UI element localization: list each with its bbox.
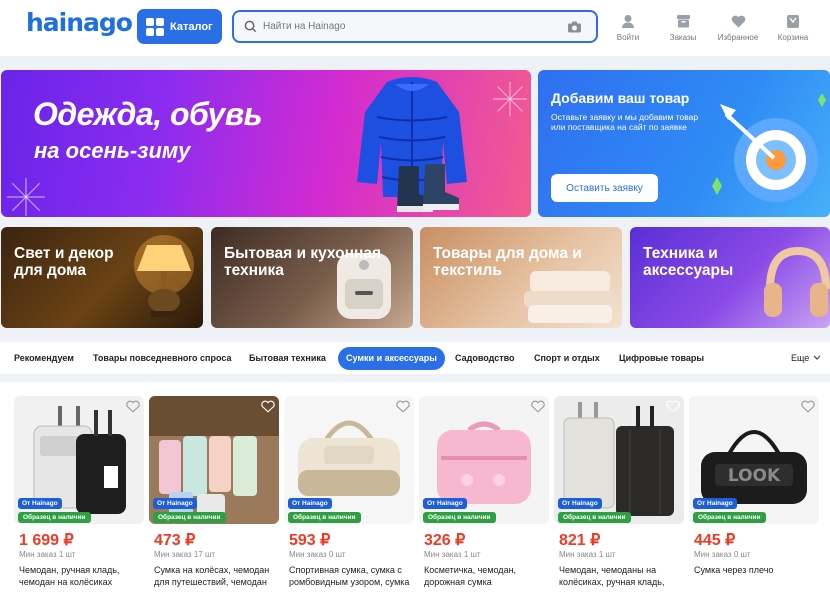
- tab-bags-accessories[interactable]: Сумки и аксессуары: [338, 347, 445, 370]
- winter-boots-image: [397, 164, 459, 212]
- min-order: Мин заказ 0 шт: [289, 550, 346, 559]
- promo-banner-add-product[interactable]: Добавим ваш товар Оставьте заявку и мы д…: [538, 70, 830, 217]
- cart-icon: [787, 14, 799, 28]
- lamp-image: [134, 235, 194, 317]
- tab-digital[interactable]: Цифровые товары: [619, 347, 704, 370]
- from-hainago-badge: От Hainago: [693, 498, 737, 509]
- nav-orders-label: Заказы: [669, 33, 697, 42]
- category-tile-home-textile[interactable]: Товары для дома и текстиль: [420, 227, 622, 328]
- sample-in-stock-badge: Образец в наличии: [153, 512, 226, 523]
- product-title[interactable]: Чемодан, ручная кладь, чемодан на колёси…: [19, 564, 144, 588]
- from-hainago-badge: От Hainago: [423, 498, 467, 509]
- product-grid: От Hainago Образец в наличии 1 699 ₽ Мин…: [0, 382, 830, 602]
- category-tile-electronics[interactable]: Техника и аксессуары: [630, 227, 830, 328]
- product-card[interactable]: От Hainago Образец в наличии 821 ₽ Мин з…: [554, 396, 684, 602]
- from-hainago-badge: От Hainago: [153, 498, 197, 509]
- grid-icon: [146, 17, 164, 36]
- product-card[interactable]: От Hainago Образец в наличии 473 ₽ Мин з…: [149, 396, 279, 602]
- favorite-heart-icon[interactable]: [261, 400, 275, 413]
- category-tabs: Рекомендуем Товары повседневного спроса …: [0, 342, 830, 374]
- product-card[interactable]: От Hainago Образец в наличии 326 ₽ Мин з…: [419, 396, 549, 602]
- favorite-heart-icon[interactable]: [396, 400, 410, 413]
- submit-request-button[interactable]: Оставить заявку: [551, 174, 658, 202]
- min-order: Мин заказ 1 шт: [424, 550, 481, 559]
- from-hainago-badge: От Hainago: [558, 498, 602, 509]
- category-tile-lighting[interactable]: Свет и декор для дома: [1, 227, 203, 328]
- catalog-label: Каталог: [170, 20, 213, 33]
- product-price: 445 ₽: [694, 532, 736, 549]
- favorite-heart-icon[interactable]: [666, 400, 680, 413]
- product-card[interactable]: LOOK От Hainago Образец в наличии 445 ₽ …: [689, 396, 819, 602]
- min-order: Мин заказ 1 шт: [559, 550, 616, 559]
- category-label: Бытовая и кухонная техника: [224, 245, 382, 279]
- banner-title: Одежда, обувь: [33, 96, 263, 132]
- more-label: Еще: [791, 353, 810, 363]
- product-price: 821 ₽: [559, 532, 601, 549]
- nav-login[interactable]: Войти: [603, 12, 653, 42]
- product-price: 473 ₽: [154, 532, 196, 549]
- product-title[interactable]: Сумка на колёсах, чемодан для путешестви…: [154, 564, 279, 588]
- from-hainago-badge: От Hainago: [18, 498, 62, 509]
- search-icon: [244, 20, 257, 33]
- nav-cart[interactable]: Корзина: [768, 12, 818, 42]
- snowflake-icon: [492, 81, 528, 117]
- min-order: Мин заказ 17 шт: [154, 550, 216, 559]
- product-card[interactable]: От Hainago Образец в наличии 593 ₽ Мин з…: [284, 396, 414, 602]
- banner-subtitle: на осень-зиму: [34, 138, 191, 163]
- tab-recommended[interactable]: Рекомендуем: [14, 347, 74, 370]
- chevron-down-icon: [813, 355, 821, 360]
- search-bar[interactable]: [232, 10, 598, 43]
- category-label: Свет и декор для дома: [14, 245, 114, 279]
- min-order: Мин заказ 0 шт: [694, 550, 751, 559]
- more-button[interactable]: Еще: [791, 347, 821, 370]
- favorite-heart-icon[interactable]: [801, 400, 815, 413]
- svg-text:LOOK: LOOK: [728, 466, 781, 486]
- header: hainago Каталог Войти Заказы Избранное К…: [0, 0, 830, 56]
- side-banner-title: Добавим ваш товар: [551, 90, 690, 106]
- nav-login-label: Войти: [616, 33, 640, 42]
- product-title[interactable]: Сумка через плечо: [694, 564, 819, 576]
- min-order: Мин заказ 1 шт: [19, 550, 76, 559]
- target-icon: [712, 94, 826, 202]
- product-title[interactable]: Спортивная сумка, сумка с ромбовидным уз…: [289, 564, 414, 588]
- box-icon: [676, 15, 690, 28]
- product-price: 1 699 ₽: [19, 532, 74, 549]
- logo[interactable]: hainago: [26, 8, 133, 37]
- from-hainago-badge: От Hainago: [288, 498, 332, 509]
- catalog-button[interactable]: Каталог: [137, 9, 222, 44]
- camera-icon[interactable]: [567, 21, 582, 33]
- favorite-heart-icon[interactable]: [531, 400, 545, 413]
- nav-orders[interactable]: Заказы: [658, 12, 708, 42]
- favorite-heart-icon[interactable]: [126, 400, 140, 413]
- sample-in-stock-badge: Образец в наличии: [693, 512, 766, 523]
- nav-cart-label: Корзина: [777, 33, 809, 42]
- product-title[interactable]: Чемодан, чемоданы на колёсиках, ручная к…: [559, 564, 684, 588]
- search-input[interactable]: [263, 21, 553, 32]
- side-banner-subtitle: Оставьте заявку и мы добавим товар или п…: [551, 112, 699, 132]
- heart-icon: [731, 15, 745, 28]
- sample-in-stock-badge: Образец в наличии: [558, 512, 631, 523]
- product-card[interactable]: От Hainago Образец в наличии 1 699 ₽ Мин…: [14, 396, 144, 602]
- tab-gardening[interactable]: Садоводство: [455, 347, 515, 370]
- nav-favorites[interactable]: Избранное: [713, 12, 763, 42]
- product-price: 593 ₽: [289, 532, 331, 549]
- sample-in-stock-badge: Образец в наличии: [18, 512, 91, 523]
- sample-in-stock-badge: Образец в наличии: [288, 512, 361, 523]
- category-tile-appliances[interactable]: Бытовая и кухонная техника: [211, 227, 413, 328]
- headphones-image: [764, 246, 830, 317]
- promo-banner-clothing[interactable]: Одежда, обувь на осень-зиму: [1, 70, 531, 217]
- category-label: Техника и аксессуары: [643, 245, 734, 279]
- nav-favorites-label: Избранное: [717, 33, 759, 42]
- tab-sport[interactable]: Спорт и отдых: [534, 347, 600, 370]
- user-icon: [622, 14, 634, 28]
- snowflake-icon: [7, 178, 45, 216]
- product-title[interactable]: Косметичка, чемодан, дорожная сумка: [424, 564, 549, 588]
- sample-in-stock-badge: Образец в наличии: [423, 512, 496, 523]
- tab-daily-goods[interactable]: Товары повседневного спроса: [93, 347, 231, 370]
- tab-appliances[interactable]: Бытовая техника: [249, 347, 326, 370]
- category-label: Товары для дома и текстиль: [433, 245, 582, 279]
- product-price: 326 ₽: [424, 532, 466, 549]
